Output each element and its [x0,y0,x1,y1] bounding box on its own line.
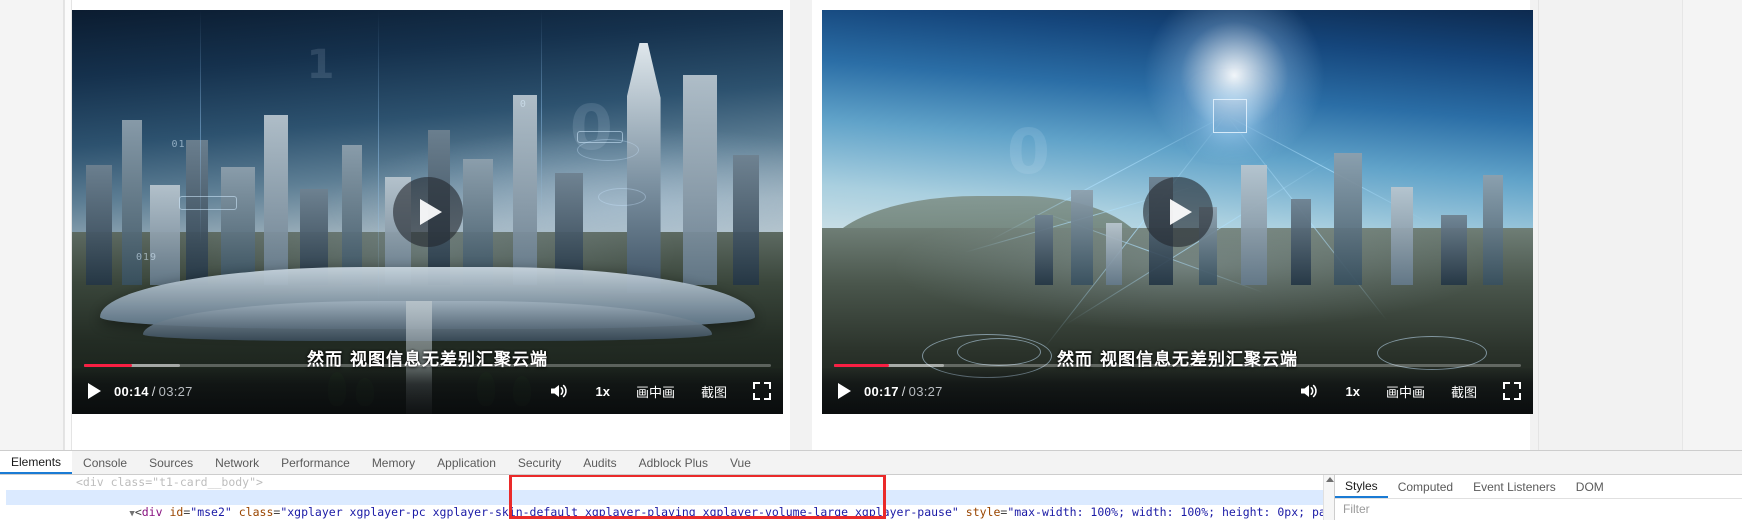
building [1241,164,1268,285]
progress-played-left [84,364,133,367]
current-time-right: 00:17 [864,383,899,399]
punc: < [134,505,142,519]
attr-id-value: "mse2" [190,505,232,519]
time-display-right: 00:17/03:27 [864,384,943,399]
attr-style-value: "max-width: 100%; width: 100%; height: 0… [1007,505,1334,519]
building [221,166,256,285]
progress-played-right [834,364,889,367]
building [1291,198,1312,285]
video-card-left: 01 019 0 0 1 然而 视图信息无差别汇聚云端 00:14/03:27 [72,0,790,450]
attr-class: class [238,505,274,519]
volume-on-icon[interactable] [548,381,570,401]
picture-in-picture-button-right[interactable]: 画中画 [1386,382,1425,401]
big-play-button-left[interactable] [392,177,463,247]
attr-class-value: "xgplayer xgplayer-pc xgplayer-skin-defa… [280,505,959,519]
volume-on-icon[interactable] [1298,381,1320,401]
styles-tabbar: Styles Computed Event Listeners DOM [1335,475,1742,499]
tab-styles[interactable]: Styles [1335,475,1388,498]
hud-line [377,10,379,301]
building [1070,189,1093,285]
dom-tree[interactable]: <div class="t1-card__body"> ▼<div id="ms… [0,475,1334,520]
control-bar-right: 00:17/03:27 1x 画中画 截图 [822,364,1533,414]
building [1035,214,1054,285]
tab-vue[interactable]: Vue [719,451,762,474]
tab-sources[interactable]: Sources [138,451,204,474]
big-play-button-right[interactable] [1142,177,1213,247]
play-icon[interactable] [834,381,854,401]
hud-box [178,195,237,210]
building [512,94,537,285]
devtools-panel: Elements Console Sources Network Perform… [0,450,1742,520]
snapshot-button-left[interactable]: 截图 [701,382,727,401]
tab-audits[interactable]: Audits [572,451,627,474]
video-player-right[interactable]: 0 然而 视图信息无差别汇聚云端 00:17/03:27 1x 画中画 截图 [822,10,1533,414]
rail-divider-1 [64,0,65,450]
play-icon[interactable] [84,381,104,401]
building [1106,222,1123,285]
fullscreen-icon[interactable] [1503,382,1521,400]
video-card-right: 0 然而 视图信息无差别汇聚云端 00:17/03:27 1x 画中画 截图 [812,0,1533,450]
building [683,74,718,285]
building [1440,214,1467,285]
building [185,139,208,285]
tab-network[interactable]: Network [204,451,270,474]
building [463,158,494,285]
playback-rate-button-left[interactable]: 1x [596,384,610,399]
progress-bar-right[interactable] [834,364,1521,367]
page-right-gutter [1682,0,1742,450]
hud-ring [598,187,647,206]
time-separator: / [151,383,156,399]
time-display-left: 00:14/03:27 [114,384,193,399]
tag-name: div [141,505,163,519]
progress-bar-left[interactable] [84,364,771,367]
building [733,154,760,285]
control-bar-left: 00:14/03:27 1x 画中画 截图 [72,364,783,414]
tab-adblock-plus[interactable]: Adblock Plus [628,451,719,474]
devtools-tabbar: Elements Console Sources Network Perform… [0,451,1742,475]
tab-event-listeners[interactable]: Event Listeners [1463,475,1566,498]
tab-memory[interactable]: Memory [361,451,426,474]
scroll-up-arrow-icon[interactable] [1326,477,1334,482]
styles-filter-input[interactable]: Filter [1335,499,1742,519]
dom-tree-scrollbar[interactable] [1323,475,1334,520]
duration-left: 03:27 [158,383,193,399]
building [342,144,363,285]
current-time-left: 00:14 [114,383,149,399]
tab-application[interactable]: Application [426,451,507,474]
building [1333,152,1362,285]
snapshot-button-right[interactable]: 截图 [1451,382,1477,401]
picture-in-picture-button-left[interactable]: 画中画 [636,382,675,401]
hud-line [541,10,543,221]
tab-security[interactable]: Security [507,451,572,474]
time-separator: / [901,383,906,399]
playback-rate-button-right[interactable]: 1x [1346,384,1360,399]
dom-line-selected-div[interactable]: ▼<div id="mse2" class="xgplayer xgplayer… [6,490,1334,519]
building [86,164,113,285]
devtools-body: <div class="t1-card__body"> ▼<div id="ms… [0,475,1742,520]
video-player-left[interactable]: 01 019 0 0 1 然而 视图信息无差别汇聚云端 00:14/03:27 [72,10,783,414]
dom-line-card-body[interactable]: <div class="t1-card__body"> [76,475,1334,490]
duration-right: 03:27 [908,383,943,399]
fullscreen-icon[interactable] [753,382,771,400]
tab-dom[interactable]: DOM [1566,475,1614,498]
tab-computed[interactable]: Computed [1388,475,1463,498]
tab-console[interactable]: Console [72,451,138,474]
rail-divider-3 [1538,0,1539,450]
building [263,114,288,285]
building [1483,174,1504,285]
page-left-gutter [0,0,64,450]
building [1390,186,1413,285]
attr-style: style [965,505,1001,519]
building [150,184,181,285]
skyscraper-tower [626,42,661,293]
browser-viewport: 01 019 0 0 1 然而 视图信息无差别汇聚云端 00:14/03:27 [0,0,1742,450]
tab-elements[interactable]: Elements [0,451,73,474]
stadium-ring [957,337,1042,366]
styles-sidebar: Styles Computed Event Listeners DOM Filt… [1334,475,1742,520]
tab-performance[interactable]: Performance [270,451,361,474]
attr-id: id [169,505,184,519]
